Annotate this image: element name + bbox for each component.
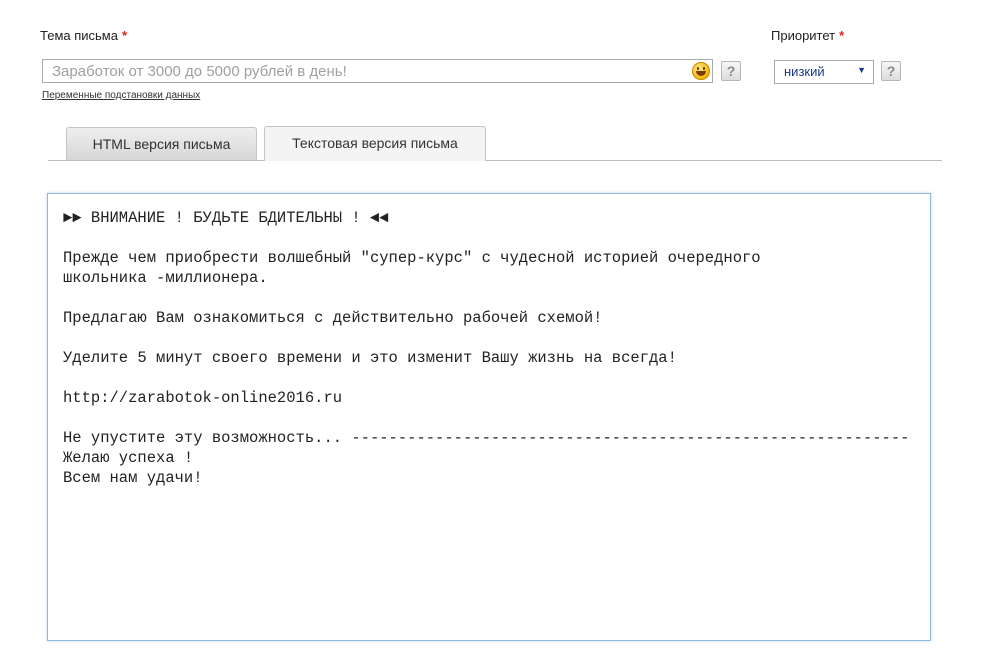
subject-label-text: Тема письма [40,28,118,43]
priority-help-button[interactable]: ? [881,61,901,81]
priority-required-mark: * [839,28,845,43]
tab-text-version[interactable]: Текстовая версия письма [264,126,486,161]
variables-link[interactable]: Переменные подстановки данных [42,90,200,101]
tab-html-version[interactable]: HTML версия письма [66,127,257,160]
message-body-textarea[interactable]: ►► ВНИМАНИЕ ! БУДЬТЕ БДИТЕЛЬНЫ ! ◄◄ Преж… [47,193,931,641]
emoji-smile-icon[interactable] [692,62,710,80]
subject-label: Тема письма * [40,28,127,43]
chevron-down-icon: ▼ [857,65,866,75]
tabs-divider [48,160,942,161]
subject-help-button[interactable]: ? [721,61,741,81]
subject-input[interactable] [42,59,713,83]
priority-label-text: Приоритет [771,28,836,43]
subject-required-mark: * [121,28,128,43]
priority-label: Приоритет * [771,28,844,43]
priority-select-value: низкий [784,64,825,79]
priority-select[interactable]: низкий ▼ [774,60,874,84]
